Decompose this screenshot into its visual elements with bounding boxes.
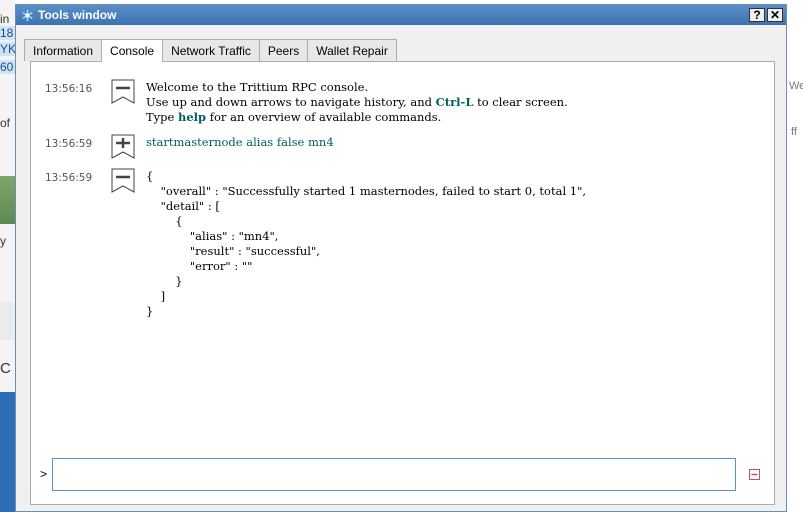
console-command-line: startmasternode alias false mn4 xyxy=(146,135,334,149)
console-reply-line: Use up and down arrows to navigate histo… xyxy=(146,95,568,109)
console-prompt: > xyxy=(40,467,48,481)
trittium-logo-icon xyxy=(20,8,34,22)
console-reply-line: { xyxy=(146,169,154,183)
title-bar[interactable]: Tools window ? ✕ xyxy=(16,5,786,25)
bg-block xyxy=(0,302,15,340)
bg-text: We xyxy=(789,80,803,92)
console-timestamp: 13:56:59 xyxy=(45,138,93,150)
console-input[interactable] xyxy=(52,458,736,491)
console-reply-line: Type help for an overview of available c… xyxy=(146,110,442,124)
bg-text: of xyxy=(0,116,11,130)
bg-image xyxy=(0,176,15,224)
tab-network-traffic[interactable]: Network Traffic xyxy=(162,39,260,61)
clear-console-icon[interactable] xyxy=(748,468,760,480)
console-reply-line: "alias" : "mn4", xyxy=(146,229,279,243)
console-reply-line: ] xyxy=(146,289,166,303)
bg-text: in xyxy=(0,12,10,26)
tab-information[interactable]: Information xyxy=(24,39,103,61)
bg-block xyxy=(0,392,15,512)
bg-text: C xyxy=(0,360,11,377)
console-reply-line: } xyxy=(146,274,183,288)
console-reply-line: "result" : "successful", xyxy=(146,244,320,258)
bg-text: YK xyxy=(0,42,15,56)
background-app-right: We ff xyxy=(787,0,803,512)
console-panel: 13:56:16 Welcome to the Trittium RPC cons… xyxy=(30,61,775,505)
reply-tx-icon xyxy=(111,168,135,194)
bg-text: 60 xyxy=(0,60,15,74)
background-app-left: in 18 YK 60 of y C xyxy=(0,0,15,512)
console-reply-line: "error" : "" xyxy=(146,259,253,273)
tab-console[interactable]: Console xyxy=(101,39,164,62)
tab-peers[interactable]: Peers xyxy=(258,39,309,61)
help-button[interactable]: ? xyxy=(749,8,765,22)
command-tx-icon xyxy=(111,134,135,160)
tab-wallet-repair[interactable]: Wallet Repair xyxy=(307,39,397,61)
close-button[interactable]: ✕ xyxy=(767,8,783,22)
console-timestamp: 13:56:16 xyxy=(45,83,93,95)
reply-tx-icon xyxy=(111,79,135,105)
console-reply-line: "detail" : [ xyxy=(146,199,220,213)
console-reply-line: } xyxy=(146,304,154,318)
console-reply-line: Welcome to the Trittium RPC console. xyxy=(146,80,369,94)
tab-bar: Information Console Network Traffic Peer… xyxy=(24,39,397,62)
bg-text: ff xyxy=(791,126,797,138)
tools-window: Tools window ? ✕ Information Console Net… xyxy=(15,4,787,512)
console-reply-line: { xyxy=(146,214,183,228)
console-reply-line: "overall" : "Successfully started 1 mast… xyxy=(146,184,587,198)
bg-text: 18 xyxy=(0,26,15,40)
console-timestamp: 13:56:59 xyxy=(45,172,93,184)
bg-text: y xyxy=(0,234,6,248)
window-title: Tools window xyxy=(38,8,117,22)
